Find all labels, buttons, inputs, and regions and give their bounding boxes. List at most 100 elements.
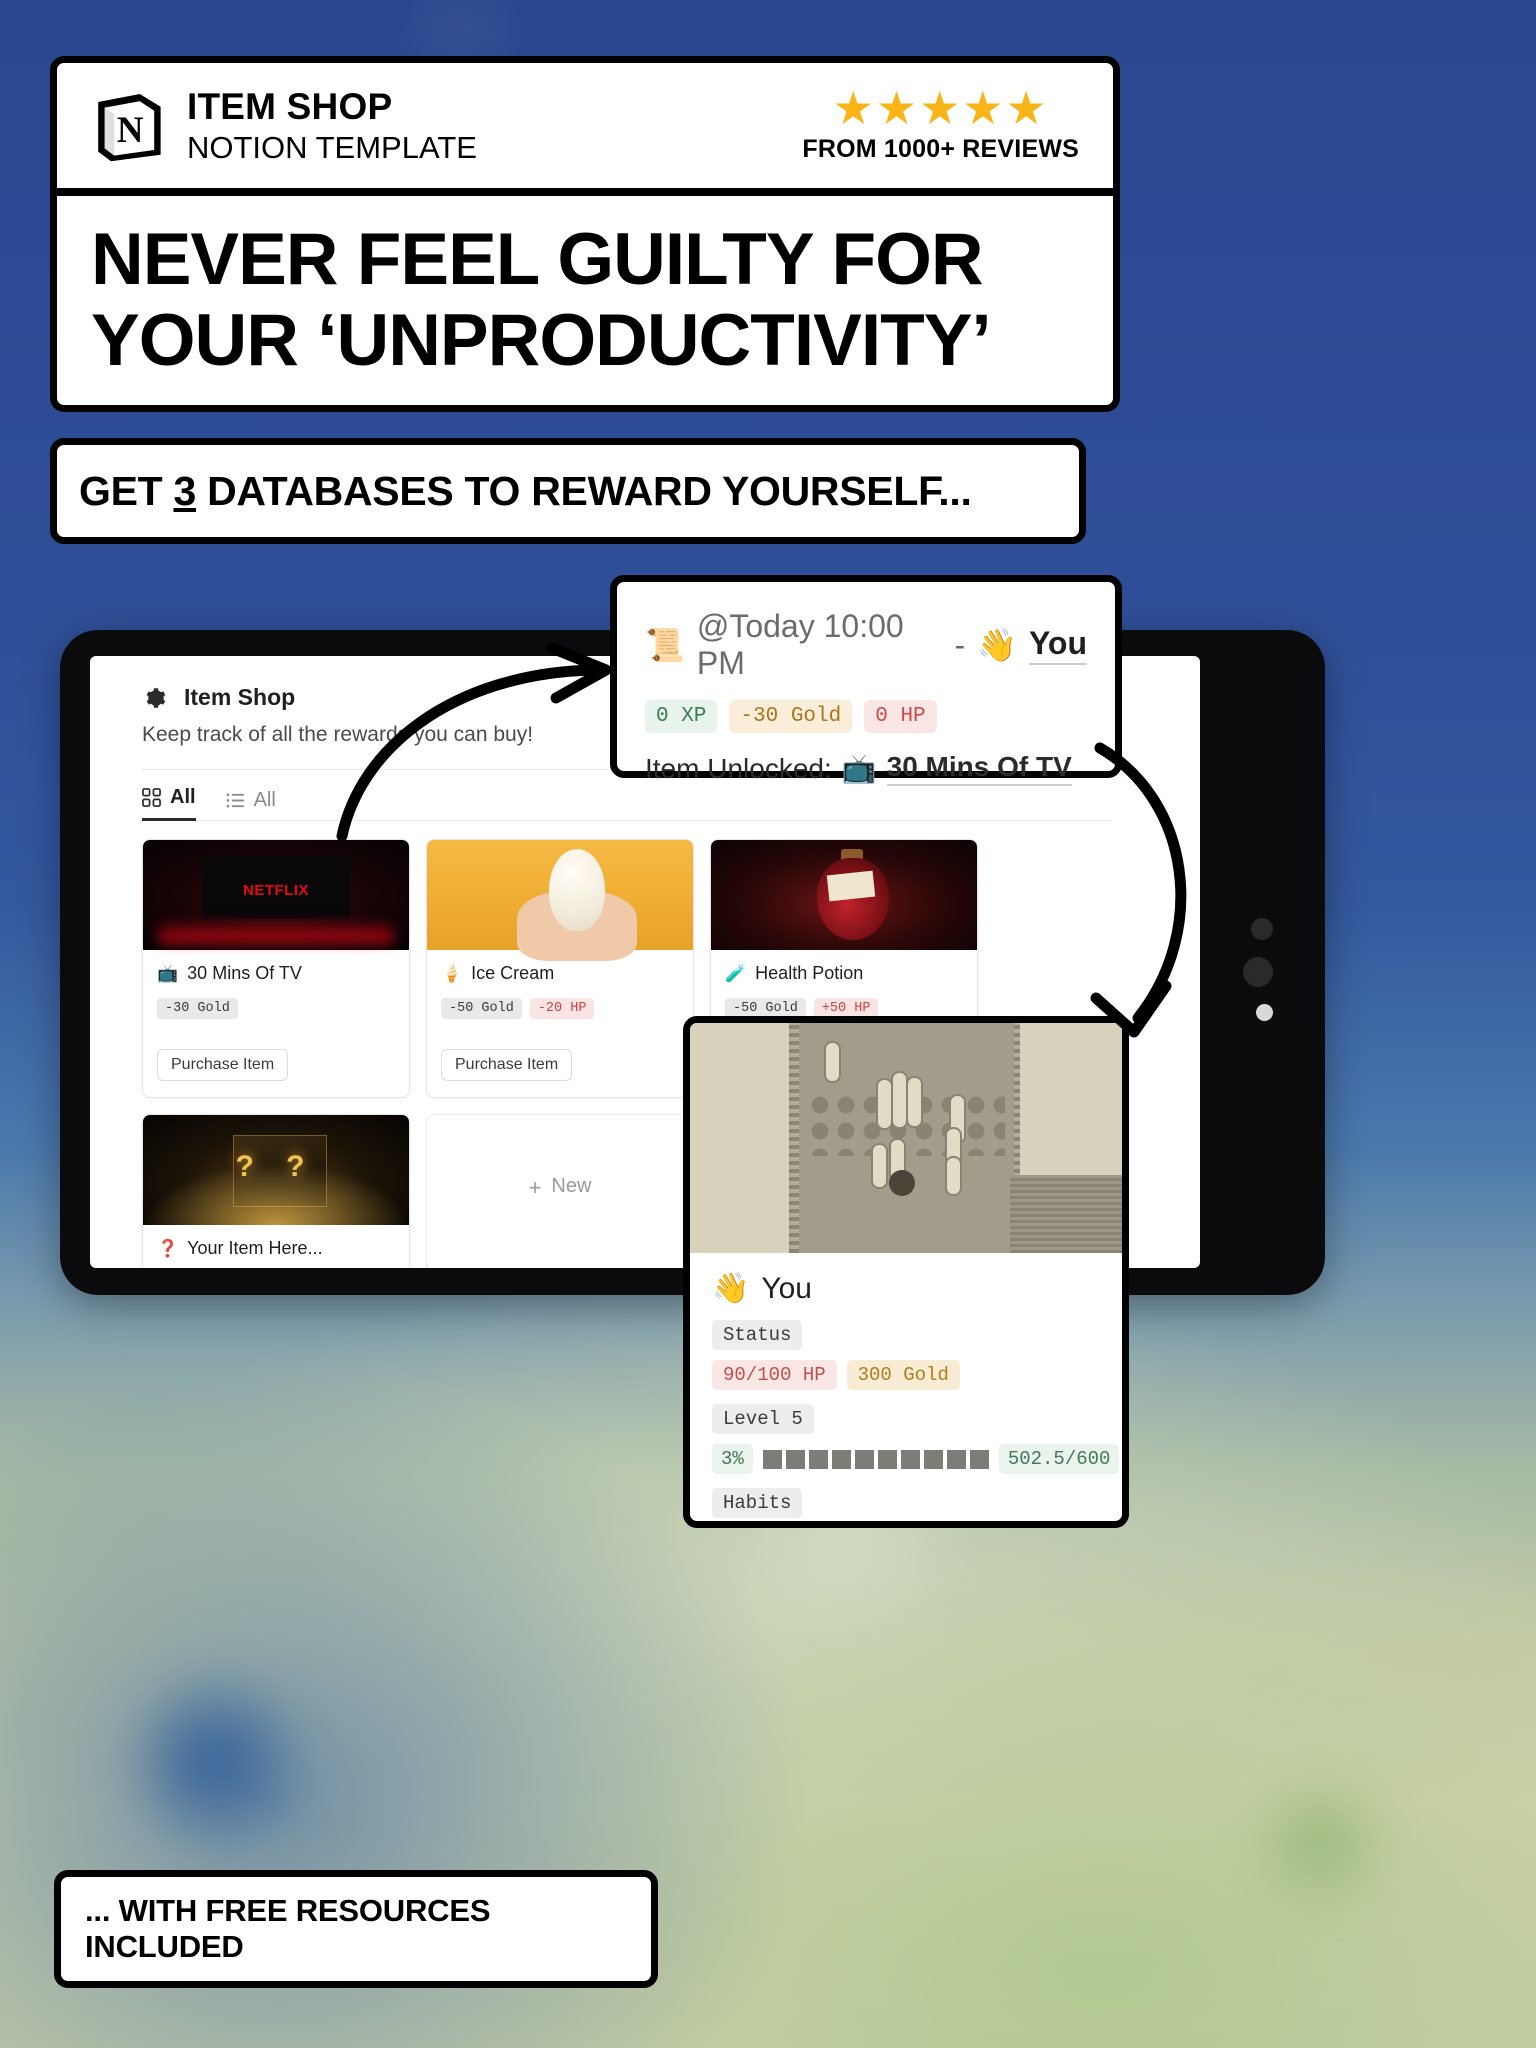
gear-icon xyxy=(146,687,166,708)
notification-separator: - xyxy=(954,626,966,663)
item-chip: -50 Gold xyxy=(441,998,522,1019)
game-pillar xyxy=(823,1041,841,1084)
notion-logo-icon: N xyxy=(98,93,161,161)
xp-block xyxy=(854,1449,874,1469)
item-card[interactable]: ? ?❓Your Item Here...-100 Gold xyxy=(142,1114,410,1268)
item-title-row: 🧪 Health Potion xyxy=(725,963,963,984)
tablet-button-dot xyxy=(1243,957,1273,987)
character-stats-body: 👋 You Status 90/100 HP 300 Gold Level 5 3… xyxy=(690,1253,1122,1521)
item-title-row: 🍦 Ice Cream xyxy=(441,963,679,984)
item-title: Health Potion xyxy=(755,963,864,983)
notification-header-row: 📜 @Today 10:00 PM - 👋 You xyxy=(645,608,1087,682)
purchase-item-button[interactable]: Purchase Item xyxy=(441,1049,573,1081)
headline-banner: NEVER FEEL GUILTY FOR YOUR ‘UNPRODUCTIVI… xyxy=(50,192,1120,412)
sub-headline-suffix: DATABASES TO REWARD YOURSELF... xyxy=(196,467,972,514)
bottom-banner: ... WITH FREE RESOURCES INCLUDED xyxy=(54,1870,658,1988)
xp-block xyxy=(923,1449,943,1469)
xp-block xyxy=(762,1449,782,1469)
television-emoji: 📺 xyxy=(841,753,877,784)
view-tab-1[interactable]: All xyxy=(226,789,276,821)
xp-block xyxy=(877,1449,897,1469)
item-chip: -30 Gold xyxy=(157,998,238,1019)
sub-headline: GET 3 DATABASES TO REWARD YOURSELF... xyxy=(57,468,972,515)
new-item-label: New xyxy=(551,1175,592,1197)
item-thumbnail: ? ? xyxy=(143,1115,409,1225)
status-chip: 300 Gold xyxy=(846,1360,960,1390)
header-banner: N ITEM SHOP NOTION TEMPLATE ★★★★★ FROM 1… xyxy=(50,56,1120,192)
tablet-sensor-dot xyxy=(1251,918,1273,940)
xp-percent: 3% xyxy=(712,1444,753,1474)
game-road-edge-left xyxy=(789,1023,800,1253)
notification-unlock-row: Item Unlocked: 📺 30 Mins Of TV xyxy=(645,751,1087,786)
sub-headline-banner: GET 3 DATABASES TO REWARD YOURSELF... xyxy=(50,438,1086,544)
character-name: You xyxy=(761,1271,812,1305)
xp-block xyxy=(808,1449,828,1469)
notification-chip: 0 HP xyxy=(864,700,937,733)
item-card[interactable]: 🍦 Ice Cream -50 Gold -20 HP Purchase Item xyxy=(426,839,694,1098)
question-mark-emoji: ❓ xyxy=(157,1239,179,1258)
brand-title: ITEM SHOP xyxy=(187,86,393,127)
item-card-body: 🍦 Ice Cream -50 Gold -20 HP Purchase Item xyxy=(427,950,693,1097)
notification-stat-chips: 0 XP -30 Gold 0 HP xyxy=(645,700,1087,733)
xp-value: 502.5/600 xyxy=(998,1444,1120,1474)
reviews-count-label: FROM 1000+ REVIEWS xyxy=(802,134,1079,163)
xp-block xyxy=(946,1449,966,1469)
item-chips: -30 Gold xyxy=(157,998,395,1019)
tablet-camera-dot xyxy=(1256,1004,1273,1021)
brand-lockup: N ITEM SHOP NOTION TEMPLATE xyxy=(87,86,477,166)
item-title: 30 Mins Of TV xyxy=(187,963,302,983)
new-item-button[interactable]: + New xyxy=(426,1114,694,1268)
item-thumbnail: NETFLIX xyxy=(143,840,409,950)
ice-cream-emoji: 🍦 xyxy=(441,964,463,983)
status-chips: 90/100 HP 300 Gold xyxy=(712,1360,1100,1390)
test-tube-emoji: 🧪 xyxy=(725,964,747,983)
sub-headline-prefix: GET xyxy=(79,467,174,514)
unlock-label: Item Unlocked: xyxy=(645,752,832,784)
notification-timestamp: @Today 10:00 PM xyxy=(696,608,904,681)
page-title: Item Shop xyxy=(184,684,296,710)
item-title-row: ❓ Your Item Here... xyxy=(157,1238,395,1259)
item-title: Your Item Here... xyxy=(187,1238,323,1258)
item-card-body: ❓Your Item Here...-100 Gold xyxy=(143,1225,409,1268)
item-thumbnail xyxy=(427,840,693,961)
item-chips: -50 Gold -20 HP xyxy=(441,998,679,1019)
notification-card: 📜 @Today 10:00 PM - 👋 You 0 XP -30 Gold 0 … xyxy=(610,575,1122,786)
reviews-block: ★★★★★ FROM 1000+ REVIEWS xyxy=(802,85,1079,164)
xp-block xyxy=(785,1449,805,1469)
game-player-sprite xyxy=(888,1170,915,1197)
character-name-row: 👋 You xyxy=(712,1271,1100,1306)
xp-block xyxy=(900,1449,920,1469)
view-tabs[interactable]: All All xyxy=(142,786,1200,821)
item-chip: -20 HP xyxy=(529,998,595,1019)
wave-emoji: 👋 xyxy=(977,627,1017,663)
game-town-tiles xyxy=(1009,1174,1122,1253)
gallery-view-icon xyxy=(142,788,161,807)
item-title: Ice Cream xyxy=(471,963,555,983)
habits-property-label: Habits xyxy=(712,1488,803,1518)
view-tab-0[interactable]: All xyxy=(142,786,196,821)
view-tab-label: All xyxy=(253,789,276,811)
xp-progress-bar xyxy=(762,1449,989,1469)
item-card[interactable]: NETFLIX 📺 30 Mins Of TV -30 Gold Purchase It… xyxy=(142,839,410,1098)
xp-block xyxy=(969,1449,989,1469)
status-property-label: Status xyxy=(712,1320,803,1350)
plus-icon: + xyxy=(528,1175,542,1200)
status-chip: 90/100 HP xyxy=(712,1360,837,1390)
game-pillar xyxy=(871,1142,889,1189)
xp-progress-row: 3% 502.5/600 xyxy=(712,1444,1120,1474)
item-title-row: 📺 30 Mins Of TV xyxy=(157,963,395,984)
tabs-underline xyxy=(142,820,1112,821)
notification-chip: -30 Gold xyxy=(729,700,853,733)
purchase-item-button[interactable]: Purchase Item xyxy=(157,1049,289,1081)
notification-person-link[interactable]: You xyxy=(1028,625,1087,665)
game-pillar xyxy=(906,1075,923,1128)
sub-headline-emphasis: 3 xyxy=(173,467,196,514)
unlock-item-link[interactable]: 30 Mins Of TV xyxy=(886,751,1072,786)
level-property-label: Level 5 xyxy=(712,1404,814,1434)
character-card: 👋 You Status 90/100 HP 300 Gold Level 5 3… xyxy=(683,1016,1129,1528)
svg-text:N: N xyxy=(117,109,144,150)
pixel-game-artwork xyxy=(690,1023,1122,1253)
item-thumbnail xyxy=(711,840,977,950)
television-emoji: 📺 xyxy=(157,964,179,983)
bottom-headline: ... WITH FREE RESOURCES INCLUDED xyxy=(85,1893,491,1964)
